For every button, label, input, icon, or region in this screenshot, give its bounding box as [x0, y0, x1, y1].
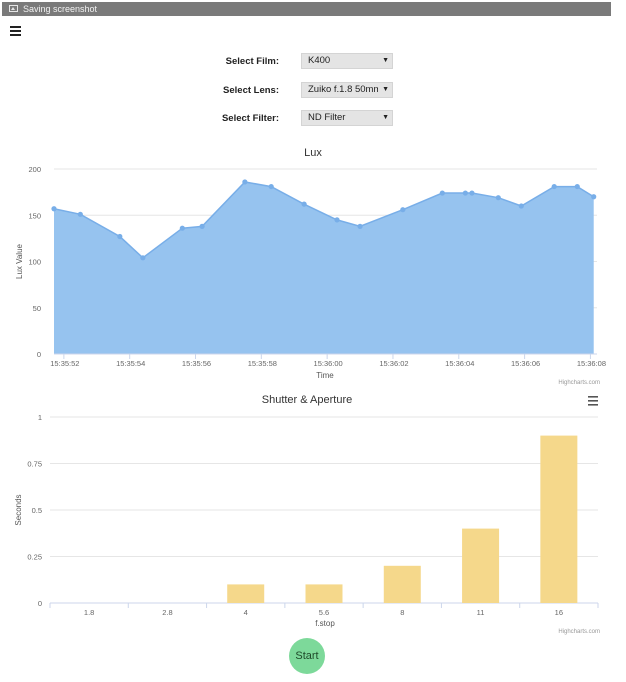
lux-data-point [179, 225, 185, 231]
lux-data-point [495, 195, 501, 201]
x-tick-label: 16 [555, 608, 563, 617]
bar [305, 584, 343, 603]
lux-data-point [518, 203, 524, 209]
x-tick-label: 8 [400, 608, 404, 617]
title-bar: Saving screenshot [2, 2, 611, 16]
lux-data-point [77, 211, 83, 217]
chart-context-menu-icon[interactable] [588, 396, 598, 406]
bar [227, 584, 265, 603]
y-tick-label: 0.75 [27, 460, 42, 469]
lux-data-point [268, 183, 274, 190]
lux-data-point [334, 217, 340, 223]
dropdown-arrow-icon: ▼ [382, 86, 389, 93]
y-tick-label: 0 [37, 350, 41, 359]
lux-chart: Lux 0 50 100 150 200 15:35:52 15:35:54 15:35:56 1… [15, 147, 606, 386]
y-tick-label: 1 [38, 413, 42, 422]
dropdown-arrow-icon: ▼ [382, 114, 389, 121]
filter-row: Select Filter: ND Filter ▼ [0, 110, 626, 128]
title-bar-text: Saving screenshot [23, 4, 98, 14]
x-tick-label: 15:35:58 [248, 359, 277, 368]
x-tick-label: 15:36:06 [511, 359, 540, 368]
film-row: Select Film: K400 ▼ [0, 53, 626, 71]
lens-select[interactable]: Zuiko f.1.8 50mm ▼ [301, 82, 393, 98]
x-tick-label: 15:35:54 [116, 359, 145, 368]
film-label: Select Film: [225, 56, 279, 67]
lux-data-point [551, 183, 557, 190]
x-tick-label: 15:35:56 [182, 359, 211, 368]
lux-data-point [439, 190, 445, 196]
x-tick-label: 15:36:00 [314, 359, 343, 368]
film-select-value: K400 [308, 55, 331, 66]
x-tick-label: 5.6 [319, 608, 329, 617]
y-tick-label: 200 [28, 165, 41, 174]
lux-data-point [140, 255, 146, 261]
chart-credit: Highcharts.com [558, 629, 600, 635]
lens-select-value: Zuiko f.1.8 50mm [308, 84, 378, 95]
x-tick-label: 1.8 [84, 608, 94, 617]
y-axis-title: Lux Value [15, 243, 24, 279]
lux-data-point [199, 223, 205, 229]
bar [383, 565, 421, 603]
bar-chart-title: Shutter & Aperture [262, 394, 353, 406]
lux-chart-title: Lux [304, 147, 322, 159]
y-tick-label: 0 [38, 599, 42, 608]
menu-icon-bar [588, 400, 598, 402]
y-tick-label: 150 [28, 211, 41, 220]
lux-data-point [301, 201, 307, 207]
bar [540, 435, 578, 603]
y-tick-label: 100 [28, 258, 41, 267]
lens-label: Select Lens: [223, 85, 279, 96]
x-axis-title: f.stop [315, 619, 335, 628]
x-tick-label: 15:36:04 [445, 359, 474, 368]
bar [462, 528, 500, 603]
menu-icon-bar [588, 404, 598, 406]
lux-data-point [462, 190, 468, 196]
shutter-aperture-chart: Shutter & Aperture 0 0.25 0.5 0.75 1 1.8 2.8 4 5.… [14, 394, 600, 635]
y-axis-title: Seconds [14, 494, 23, 525]
lux-data-point [117, 233, 123, 240]
y-tick-label: 0.5 [32, 506, 42, 515]
image-icon [9, 5, 18, 12]
lux-data-point [469, 190, 475, 196]
x-tick-label: 2.8 [162, 608, 172, 617]
lux-data-point [574, 183, 580, 190]
chart-credit: Highcharts.com [558, 380, 600, 386]
hamburger-menu-icon[interactable] [10, 26, 21, 36]
x-tick-label: 15:36:02 [379, 359, 408, 368]
x-tick-label: 11 [477, 608, 485, 617]
menu-icon-bar [588, 396, 598, 398]
filter-select-value: ND Filter [308, 112, 346, 123]
lux-data-point [357, 223, 363, 229]
start-button[interactable]: Start [289, 638, 325, 674]
filter-label: Select Filter: [221, 113, 279, 124]
y-tick-label: 0.25 [27, 553, 42, 562]
lux-area-fill [54, 181, 594, 354]
lux-data-point [591, 194, 597, 200]
y-tick-label: 50 [33, 304, 41, 313]
x-axis-title: Time [316, 371, 334, 380]
dropdown-arrow-icon: ▼ [382, 57, 389, 64]
x-tick-label: 15:36:08 [577, 359, 606, 368]
lux-data-point [242, 179, 248, 185]
lens-row: Select Lens: Zuiko f.1.8 50mm ▼ [0, 82, 626, 100]
lux-data-point [51, 206, 57, 212]
film-select[interactable]: K400 ▼ [301, 53, 393, 69]
x-tick-label: 15:35:52 [50, 359, 79, 368]
x-tick-label: 4 [244, 608, 248, 617]
lux-data-point [400, 207, 406, 213]
filter-select[interactable]: ND Filter ▼ [301, 110, 393, 126]
